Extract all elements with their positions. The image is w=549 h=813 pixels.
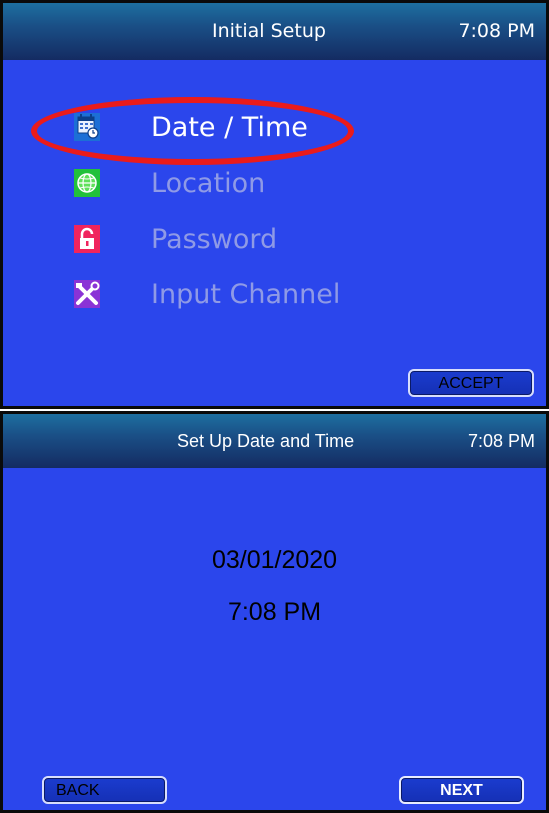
date-value[interactable]: 03/01/2020 (3, 546, 546, 575)
time-value[interactable]: 7:08 PM (3, 598, 546, 627)
globe-icon (73, 168, 101, 198)
tools-icon (73, 279, 101, 309)
next-button[interactable]: NEXT (399, 776, 524, 804)
title-bar: Set Up Date and Time 7:08 PM (3, 414, 546, 468)
title-bar: Initial Setup 7:08 PM (3, 3, 546, 60)
menu-item-input-channel[interactable]: Input Channel (73, 275, 403, 315)
menu-item-label: Password (151, 224, 278, 255)
menu-item-date-time[interactable]: Date / Time (73, 108, 403, 148)
menu-item-location[interactable]: Location (73, 164, 403, 204)
clock: 7:08 PM (458, 20, 535, 42)
menu-item-label: Location (151, 168, 266, 199)
menu-item-password[interactable]: Password (73, 220, 403, 260)
initial-setup-screen: Initial Setup 7:08 PM Date / Time Locati… (0, 0, 549, 409)
screen-title: Set Up Date and Time (177, 431, 355, 451)
menu-item-label: Date / Time (151, 112, 308, 143)
menu-item-label: Input Channel (151, 279, 341, 310)
clock: 7:08 PM (467, 431, 535, 451)
date-time-setup-screen: Set Up Date and Time 7:08 PM 03/01/2020 … (0, 411, 549, 813)
back-button[interactable]: BACK (42, 776, 167, 804)
calendar-clock-icon (73, 112, 101, 142)
screen-title: Initial Setup (212, 20, 326, 42)
padlock-icon (73, 224, 101, 254)
accept-button[interactable]: ACCEPT (408, 369, 534, 397)
